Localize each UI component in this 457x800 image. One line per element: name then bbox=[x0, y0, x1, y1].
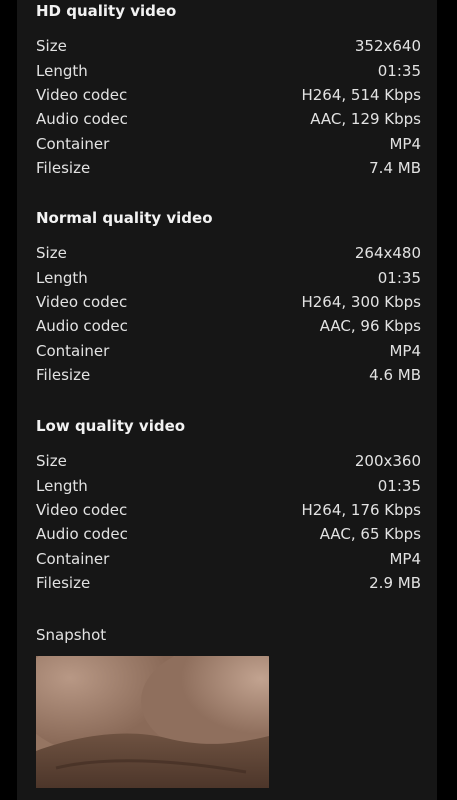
spec-label: Filesize bbox=[36, 574, 91, 593]
spec-label: Video codec bbox=[36, 292, 128, 311]
spec-value: AAC, 129 Kbps bbox=[310, 110, 421, 129]
snapshot-label: Snapshot bbox=[36, 626, 107, 644]
spec-value: 01:35 bbox=[377, 476, 421, 495]
spec-value: 264x480 bbox=[354, 244, 421, 263]
spec-label: Container bbox=[36, 134, 110, 153]
spec-row-video-codec: Video codec H264, 176 Kbps bbox=[36, 498, 421, 522]
spec-value: 7.4 MB bbox=[369, 159, 421, 178]
spec-list: Size 352x640 Length 01:35 Video codec H2… bbox=[36, 34, 421, 180]
snapshot-image[interactable] bbox=[36, 656, 269, 788]
spec-value: MP4 bbox=[389, 134, 421, 153]
spec-value: 4.6 MB bbox=[369, 366, 421, 385]
spec-label: Video codec bbox=[36, 500, 128, 519]
spec-value: 200x360 bbox=[354, 452, 421, 471]
spec-row-audio-codec: Audio codec AAC, 65 Kbps bbox=[36, 522, 421, 546]
spec-list: Size 200x360 Length 01:35 Video codec H2… bbox=[36, 449, 421, 595]
spec-row-length: Length 01:35 bbox=[36, 473, 421, 497]
spec-label: Filesize bbox=[36, 366, 91, 385]
spec-row-video-codec: Video codec H264, 300 Kbps bbox=[36, 290, 421, 314]
spec-label: Container bbox=[36, 549, 110, 568]
spec-value: 352x640 bbox=[354, 37, 421, 56]
spec-label: Length bbox=[36, 61, 88, 80]
spec-row-size: Size 352x640 bbox=[36, 34, 421, 58]
spec-row-container: Container MP4 bbox=[36, 339, 421, 363]
snapshot-thumbnail bbox=[36, 656, 269, 788]
spec-row-container: Container MP4 bbox=[36, 132, 421, 156]
spec-label: Length bbox=[36, 476, 88, 495]
spec-row-audio-codec: Audio codec AAC, 129 Kbps bbox=[36, 107, 421, 131]
section-title: Normal quality video bbox=[36, 209, 213, 227]
spec-value: MP4 bbox=[389, 549, 421, 568]
normal-quality-section: Normal quality video Size 264x480 Length… bbox=[36, 207, 421, 387]
spec-row-length: Length 01:35 bbox=[36, 265, 421, 289]
spec-label: Audio codec bbox=[36, 525, 128, 544]
spec-label: Container bbox=[36, 341, 110, 360]
spec-label: Audio codec bbox=[36, 317, 128, 336]
low-quality-section: Low quality video Size 200x360 Length 01… bbox=[36, 415, 421, 595]
spec-label: Audio codec bbox=[36, 110, 128, 129]
spec-list: Size 264x480 Length 01:35 Video codec H2… bbox=[36, 241, 421, 387]
spec-value: 01:35 bbox=[377, 268, 421, 287]
spec-row-container: Container MP4 bbox=[36, 547, 421, 571]
spec-label: Filesize bbox=[36, 159, 91, 178]
spec-value: AAC, 96 Kbps bbox=[319, 317, 421, 336]
spec-value: 2.9 MB bbox=[369, 574, 421, 593]
section-title: HD quality video bbox=[36, 2, 177, 20]
spec-row-filesize: Filesize 4.6 MB bbox=[36, 363, 421, 387]
spec-label: Video codec bbox=[36, 85, 128, 104]
spec-row-audio-codec: Audio codec AAC, 96 Kbps bbox=[36, 314, 421, 338]
section-title: Low quality video bbox=[36, 417, 186, 435]
hd-quality-section: HD quality video Size 352x640 Length 01:… bbox=[36, 0, 421, 180]
spec-label: Size bbox=[36, 37, 67, 56]
spec-row-filesize: Filesize 7.4 MB bbox=[36, 156, 421, 180]
spec-row-size: Size 264x480 bbox=[36, 241, 421, 265]
spec-value: 01:35 bbox=[377, 61, 421, 80]
spec-row-size: Size 200x360 bbox=[36, 449, 421, 473]
spec-row-video-codec: Video codec H264, 514 Kbps bbox=[36, 83, 421, 107]
spec-value: H264, 514 Kbps bbox=[301, 85, 421, 104]
spec-value: MP4 bbox=[389, 341, 421, 360]
spec-label: Length bbox=[36, 268, 88, 287]
spec-label: Size bbox=[36, 452, 67, 471]
spec-value: H264, 300 Kbps bbox=[301, 292, 421, 311]
spec-label: Size bbox=[36, 244, 67, 263]
spec-value: AAC, 65 Kbps bbox=[319, 525, 421, 544]
spec-value: H264, 176 Kbps bbox=[301, 500, 421, 519]
video-info-panel: HD quality video Size 352x640 Length 01:… bbox=[17, 0, 437, 800]
spec-row-filesize: Filesize 2.9 MB bbox=[36, 571, 421, 595]
spec-row-length: Length 01:35 bbox=[36, 58, 421, 82]
